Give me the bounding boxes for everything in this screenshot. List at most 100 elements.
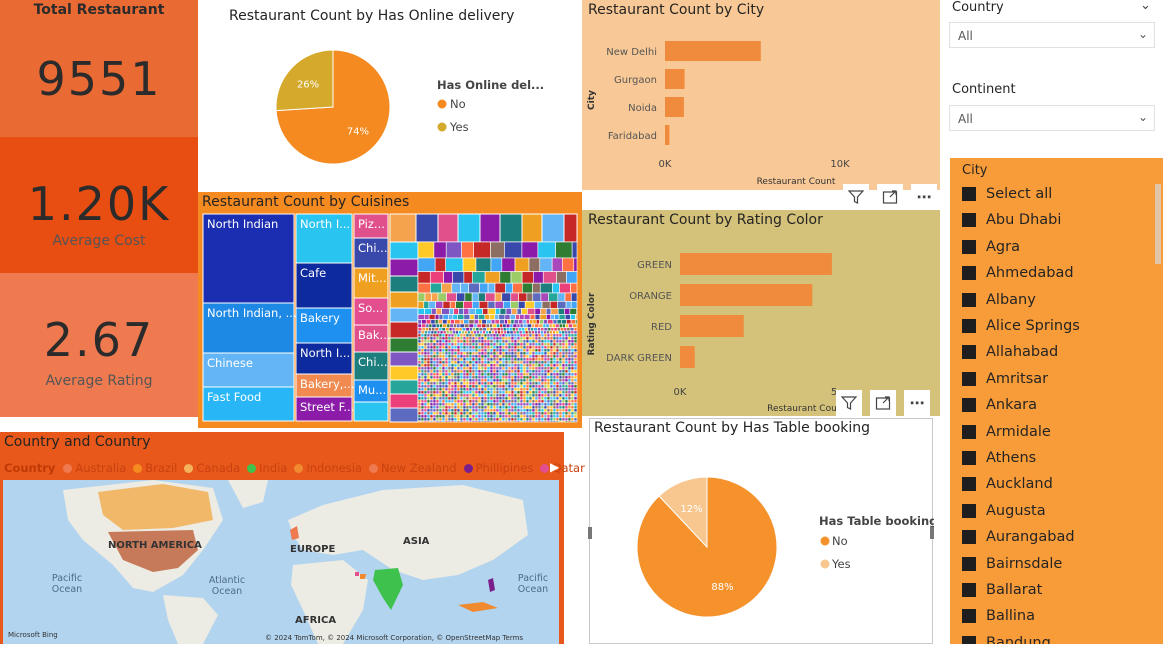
treemap-tile[interactable]	[541, 403, 544, 406]
treemap-tile[interactable]	[457, 403, 460, 406]
treemap-tile[interactable]	[544, 364, 547, 367]
treemap-tile[interactable]	[511, 394, 514, 397]
treemap-tile[interactable]	[517, 388, 520, 391]
treemap-tile[interactable]	[487, 415, 490, 418]
treemap-tile[interactable]	[433, 367, 436, 370]
treemap-tile[interactable]	[436, 364, 439, 367]
treemap-tile[interactable]	[429, 301, 436, 308]
treemap-tile[interactable]	[523, 320, 526, 324]
city-slicer-item[interactable]: Ankara	[962, 393, 1037, 417]
treemap-tile[interactable]	[505, 364, 508, 367]
treemap-tile[interactable]	[505, 367, 508, 370]
treemap-tile[interactable]	[478, 355, 481, 358]
treemap-tile[interactable]	[484, 334, 487, 337]
treemap-tile[interactable]	[484, 379, 487, 382]
treemap-tile[interactable]	[574, 361, 577, 364]
treemap-tile[interactable]	[484, 376, 487, 379]
treemap-tile[interactable]	[499, 391, 502, 394]
treemap-tile[interactable]	[451, 352, 454, 355]
treemap-tile[interactable]	[422, 328, 426, 331]
treemap-tile[interactable]	[520, 400, 523, 403]
treemap-tile[interactable]	[529, 379, 532, 382]
treemap-tile[interactable]	[472, 301, 479, 308]
treemap-tile[interactable]	[535, 385, 538, 388]
treemap-tile[interactable]	[495, 331, 498, 334]
treemap-tile[interactable]	[499, 349, 502, 352]
treemap-tile[interactable]	[559, 364, 562, 367]
treemap-tile[interactable]	[520, 382, 523, 385]
treemap-tile[interactable]	[475, 391, 478, 394]
treemap-tile[interactable]	[496, 403, 499, 406]
treemap-tile[interactable]	[490, 242, 504, 258]
treemap-tile[interactable]	[526, 337, 529, 340]
treemap-tile[interactable]	[553, 382, 556, 385]
treemap-tile[interactable]	[511, 320, 514, 324]
table-booking-legend-no[interactable]: No	[832, 534, 848, 548]
treemap-tile[interactable]	[535, 406, 538, 409]
treemap-tile[interactable]	[517, 334, 520, 337]
treemap-tile[interactable]	[487, 358, 490, 361]
treemap-tile[interactable]	[541, 349, 544, 352]
treemap-tile[interactable]	[538, 421, 541, 422]
treemap-tile[interactable]	[538, 418, 541, 421]
treemap-tile[interactable]	[427, 379, 430, 382]
treemap-tile[interactable]	[508, 320, 511, 324]
treemap-tile[interactable]	[522, 328, 525, 331]
treemap-tile[interactable]	[457, 406, 460, 409]
treemap-tile[interactable]	[562, 415, 565, 418]
treemap-tile[interactable]	[571, 340, 574, 343]
treemap-tile[interactable]	[565, 406, 568, 409]
treemap-tile[interactable]	[446, 293, 456, 301]
treemap-tile[interactable]	[526, 391, 529, 394]
treemap-tile[interactable]	[556, 331, 559, 334]
treemap-tile[interactable]	[454, 349, 457, 352]
treemap-tile[interactable]	[553, 334, 556, 337]
checkbox-icon[interactable]	[962, 240, 976, 254]
treemap-tile[interactable]	[427, 355, 430, 358]
treemap-tile[interactable]	[508, 409, 511, 412]
treemap-tile[interactable]	[424, 406, 427, 409]
treemap-tile[interactable]	[463, 415, 466, 418]
treemap-tile[interactable]	[478, 382, 481, 385]
treemap-tile[interactable]	[502, 400, 505, 403]
treemap-tile[interactable]	[448, 409, 451, 412]
treemap-tile[interactable]	[486, 331, 489, 334]
treemap-tile[interactable]	[532, 421, 535, 422]
treemap-tile[interactable]	[540, 314, 546, 319]
treemap-tile[interactable]	[484, 340, 487, 343]
treemap-tile[interactable]	[558, 293, 565, 301]
treemap-tile[interactable]	[466, 343, 469, 346]
treemap-tile[interactable]	[544, 388, 547, 391]
treemap-tile[interactable]	[463, 409, 466, 412]
treemap-tile[interactable]	[418, 242, 434, 258]
treemap-tile[interactable]	[526, 364, 529, 367]
treemap-tile[interactable]	[547, 394, 550, 397]
treemap-tile[interactable]	[574, 406, 577, 409]
treemap-tile[interactable]	[421, 355, 424, 358]
treemap-tile[interactable]	[562, 361, 565, 364]
treemap-tile[interactable]	[478, 403, 481, 406]
treemap-tile[interactable]	[532, 412, 535, 415]
treemap-tile[interactable]	[427, 418, 430, 421]
treemap-tile[interactable]	[505, 403, 508, 406]
treemap-tile[interactable]	[575, 314, 577, 319]
treemap-tile[interactable]	[426, 320, 431, 324]
treemap-tile[interactable]	[433, 397, 436, 400]
treemap-tile[interactable]	[421, 376, 424, 379]
treemap-tile[interactable]	[457, 352, 460, 355]
treemap-tile[interactable]	[493, 376, 496, 379]
treemap-tile[interactable]	[544, 343, 547, 346]
treemap-tile[interactable]	[475, 346, 478, 349]
treemap-tile[interactable]	[529, 343, 532, 346]
treemap-tile[interactable]	[455, 328, 459, 331]
treemap-tile[interactable]	[550, 394, 553, 397]
treemap-tile[interactable]	[568, 403, 571, 406]
treemap-tile[interactable]	[565, 400, 568, 403]
treemap-tile[interactable]	[535, 412, 538, 415]
treemap-tile[interactable]	[560, 328, 564, 331]
treemap-tile[interactable]	[424, 358, 427, 361]
treemap-tile[interactable]	[538, 385, 541, 388]
treemap-tile[interactable]	[445, 355, 448, 358]
treemap-tile[interactable]	[490, 334, 493, 337]
treemap-tile[interactable]	[547, 382, 550, 385]
